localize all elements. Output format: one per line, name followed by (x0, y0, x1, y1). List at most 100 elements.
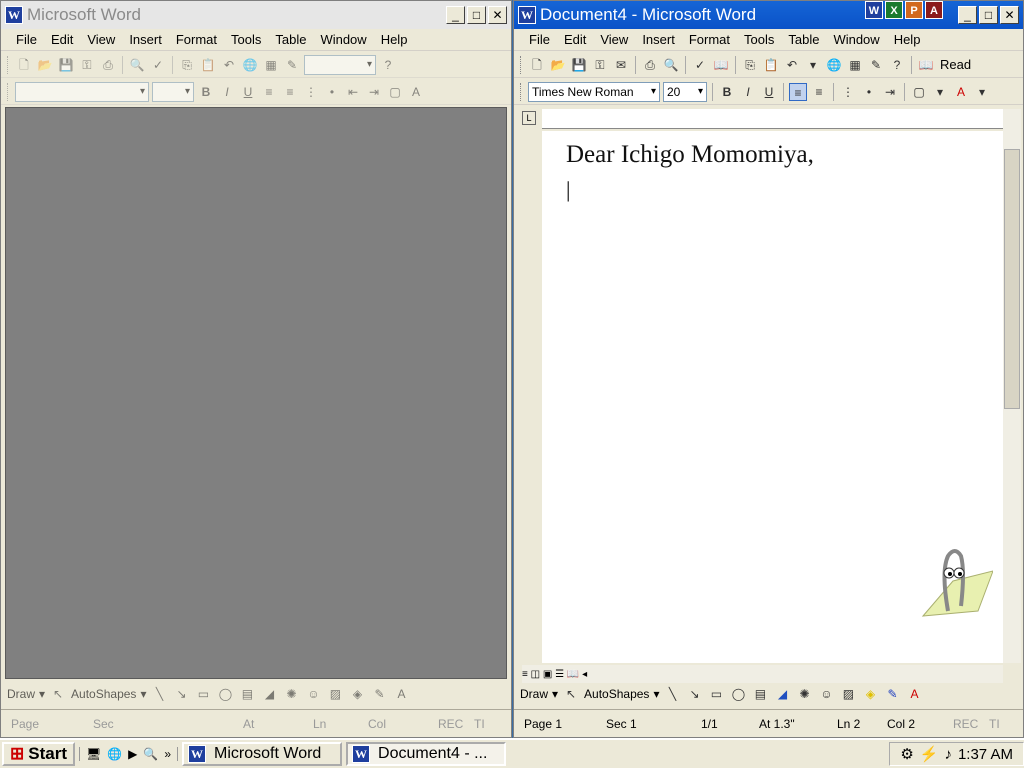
dropdown-arrow-icon[interactable]: ▾ (931, 83, 949, 101)
permission-icon[interactable]: ⚿ (78, 56, 96, 74)
menu-tools[interactable]: Tools (224, 32, 268, 47)
menu-format[interactable]: Format (169, 32, 224, 47)
access-shortcut-icon[interactable]: A (925, 1, 943, 19)
vertical-ruler[interactable] (522, 131, 542, 663)
search-icon[interactable]: 🔍 (143, 747, 158, 761)
border-icon[interactable]: ▢ (386, 83, 404, 101)
menu-table[interactable]: Table (268, 32, 313, 47)
print-icon[interactable]: ⎙ (99, 56, 117, 74)
close-button[interactable]: ✕ (1000, 6, 1019, 24)
hyperlink-icon[interactable]: 🌐 (825, 56, 843, 74)
font-color-icon[interactable]: A (952, 83, 970, 101)
left-titlebar[interactable]: W Microsoft Word _ □ ✕ (1, 1, 511, 29)
minimize-button[interactable]: _ (446, 6, 465, 24)
rectangle-icon[interactable]: ▭ (194, 685, 212, 703)
right-word-window[interactable]: W Document4 - Microsoft Word W X P A _ □… (513, 0, 1024, 738)
picture-icon[interactable]: ▨ (839, 685, 857, 703)
draw-menu[interactable]: Draw (7, 687, 35, 701)
volume-icon[interactable]: ♪ (944, 746, 952, 763)
font-combo[interactable] (15, 81, 149, 102)
textbox-icon[interactable]: ▤ (238, 685, 256, 703)
close-button[interactable]: ✕ (488, 6, 507, 24)
bullets-icon[interactable]: • (323, 83, 341, 101)
drawing-icon[interactable]: ✎ (867, 56, 885, 74)
menu-view[interactable]: View (593, 32, 635, 47)
save-icon[interactable]: 💾 (57, 56, 75, 74)
new-doc-icon[interactable]: 🗋 (15, 56, 33, 74)
line-color-icon[interactable]: ✎ (883, 685, 901, 703)
oval-icon[interactable]: ◯ (729, 685, 747, 703)
maximize-button[interactable]: □ (979, 6, 998, 24)
bold-icon[interactable]: B (197, 83, 215, 101)
menu-edit[interactable]: Edit (44, 32, 80, 47)
left-word-window[interactable]: W Microsoft Word _ □ ✕ File Edit View In… (0, 0, 512, 738)
taskbar-item-word[interactable]: W Microsoft Word (182, 742, 343, 766)
dropdown-arrow-icon[interactable]: ▾ (973, 83, 991, 101)
bullets-icon[interactable]: • (860, 83, 878, 101)
line-icon[interactable]: ╲ (150, 685, 168, 703)
print-preview-icon[interactable]: 🔍 (662, 56, 680, 74)
horizontal-ruler[interactable] (542, 109, 1003, 129)
security-icon[interactable]: ⚡ (920, 745, 939, 763)
align-left-icon[interactable]: ≡ (260, 83, 278, 101)
font-color-icon[interactable]: A (392, 685, 410, 703)
vertical-scrollbar[interactable] (1003, 109, 1021, 663)
copy-icon[interactable]: ⎘ (741, 56, 759, 74)
autoshapes-menu[interactable]: AutoShapes (584, 687, 649, 701)
outdent-icon[interactable]: ⇤ (344, 83, 362, 101)
italic-icon[interactable]: I (218, 83, 236, 101)
dropdown-arrow-icon[interactable]: ▾ (140, 687, 146, 701)
spelling-icon[interactable]: ✓ (149, 56, 167, 74)
paste-icon[interactable]: 📋 (762, 56, 780, 74)
help-icon[interactable]: ? (379, 56, 397, 74)
normal-view-icon[interactable]: ≡ (522, 669, 528, 680)
line-icon[interactable]: ╲ (663, 685, 681, 703)
spelling-icon[interactable]: ✓ (691, 56, 709, 74)
open-folder-icon[interactable]: 📂 (36, 56, 54, 74)
menu-file[interactable]: File (9, 32, 44, 47)
toolbar-grip[interactable] (7, 55, 10, 74)
zoom-combo[interactable] (304, 54, 376, 75)
menu-format[interactable]: Format (682, 32, 737, 47)
clipart-icon[interactable]: ☺ (304, 685, 322, 703)
clock[interactable]: 1:37 AM (958, 746, 1013, 763)
scroll-left-icon[interactable]: ◂ (582, 669, 587, 680)
maximize-button[interactable]: □ (467, 6, 486, 24)
menu-insert[interactable]: Insert (635, 32, 682, 47)
fill-color-icon[interactable]: ◈ (861, 685, 879, 703)
dropdown-arrow-icon[interactable]: ▾ (552, 687, 558, 701)
line-color-icon[interactable]: ✎ (370, 685, 388, 703)
taskbar-item-document4[interactable]: W Document4 - ... (346, 742, 507, 766)
print-view-icon[interactable]: ▣ (543, 669, 552, 680)
outline-view-icon[interactable]: ☰ (555, 669, 564, 680)
textbox-icon[interactable]: ▤ (751, 685, 769, 703)
dropdown-arrow-icon[interactable]: ▾ (653, 687, 659, 701)
hyperlink-icon[interactable]: 🌐 (241, 56, 259, 74)
read-icon[interactable]: 📖 (917, 56, 935, 74)
toolbar-grip[interactable] (7, 82, 10, 101)
select-pointer-icon[interactable]: ↖ (49, 685, 67, 703)
indent-icon[interactable]: ⇥ (881, 83, 899, 101)
underline-icon[interactable]: U (239, 83, 257, 101)
picture-icon[interactable]: ▨ (326, 685, 344, 703)
diagram-icon[interactable]: ✺ (282, 685, 300, 703)
diagram-icon[interactable]: ✺ (795, 685, 813, 703)
right-titlebar[interactable]: W Document4 - Microsoft Word W X P A _ □… (514, 1, 1023, 29)
arrow-icon[interactable]: ↘ (172, 685, 190, 703)
print-icon[interactable]: ⎙ (641, 56, 659, 74)
office-assistant-clippy[interactable] (913, 541, 993, 621)
align-left-icon[interactable]: ≡ (789, 82, 807, 101)
font-color-icon[interactable]: A (407, 83, 425, 101)
permission-icon[interactable]: ⚿ (591, 56, 609, 74)
paste-icon[interactable]: 📋 (199, 56, 217, 74)
menu-insert[interactable]: Insert (122, 32, 169, 47)
indent-icon[interactable]: ⇥ (365, 83, 383, 101)
undo-icon[interactable]: ↶ (783, 56, 801, 74)
start-button[interactable]: ⊞ Start (2, 742, 75, 766)
oval-icon[interactable]: ◯ (216, 685, 234, 703)
clipart-icon[interactable]: ☺ (817, 685, 835, 703)
desktop-icon[interactable]: 🖥 (86, 747, 101, 761)
help-icon[interactable]: ? (888, 56, 906, 74)
toolbar-grip[interactable] (520, 55, 523, 74)
reading-view-icon[interactable]: 📖 (567, 669, 579, 680)
